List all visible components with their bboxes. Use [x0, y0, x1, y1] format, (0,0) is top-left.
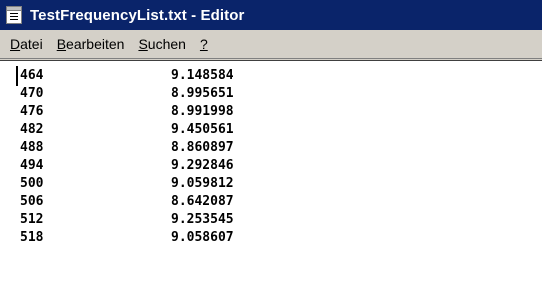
text-lines: 464 9.148584 470 8.995651 476 8.991998 482 9… — [20, 66, 520, 246]
menu-bearbeiten-label: earbeiten — [66, 36, 125, 52]
measurement-value: 8.991998 — [171, 103, 234, 119]
frequency-value: 512 — [20, 211, 44, 227]
frequency-value: 482 — [20, 121, 44, 137]
menu-bearbeiten[interactable]: Bearbeiten — [51, 36, 131, 52]
measurement-value: 9.059812 — [171, 175, 234, 191]
menu-datei[interactable]: Datei — [4, 36, 49, 52]
menu-suchen[interactable]: Suchen — [132, 36, 192, 52]
text-line: 464 9.148584 — [20, 66, 520, 84]
frequency-value: 506 — [20, 193, 44, 209]
measurement-value: 9.148584 — [171, 67, 234, 83]
measurement-value: 8.860897 — [171, 139, 234, 155]
frequency-value: 476 — [20, 103, 44, 119]
measurement-value: 8.642087 — [171, 193, 234, 209]
measurement-value: 9.450561 — [171, 121, 234, 137]
menu-suchen-accel: S — [138, 36, 148, 52]
text-line: 488 8.860897 — [20, 138, 520, 156]
frequency-value: 518 — [20, 229, 44, 245]
editor-window: TestFrequencyList.txt - Editor Datei Bea… — [0, 0, 542, 282]
frequency-value: 470 — [20, 85, 44, 101]
text-caret — [16, 66, 18, 86]
menu-help[interactable]: ? — [194, 36, 214, 52]
measurement-value: 9.253545 — [171, 211, 234, 227]
measurement-value: 9.292846 — [171, 157, 234, 173]
measurement-value: 9.058607 — [171, 229, 234, 245]
text-line: 470 8.995651 — [20, 84, 520, 102]
text-line: 512 9.253545 — [20, 210, 520, 228]
frequency-value: 500 — [20, 175, 44, 191]
notepad-document-icon[interactable] — [6, 6, 22, 24]
menu-suchen-label: uchen — [147, 36, 186, 52]
menu-datei-label: atei — [20, 36, 43, 52]
frequency-value: 488 — [20, 139, 44, 155]
frequency-value: 494 — [20, 157, 44, 173]
measurement-value: 8.995651 — [171, 85, 234, 101]
window-title: TestFrequencyList.txt - Editor — [30, 6, 245, 24]
text-line: 500 9.059812 — [20, 174, 520, 192]
menu-datei-accel: D — [10, 36, 21, 52]
text-line: 482 9.450561 — [20, 120, 520, 138]
text-area[interactable]: 464 9.148584 470 8.995651 476 8.991998 482 9… — [0, 60, 542, 282]
title-bar[interactable]: TestFrequencyList.txt - Editor — [0, 0, 542, 30]
frequency-value: 464 — [20, 67, 44, 83]
text-line: 506 8.642087 — [20, 192, 520, 210]
menu-bearbeiten-accel: B — [56, 36, 67, 52]
text-line: 476 8.991998 — [20, 102, 520, 120]
menu-help-accel: ? — [199, 36, 208, 52]
text-line: 494 9.292846 — [20, 156, 520, 174]
menu-bar: Datei Bearbeiten Suchen ? — [0, 30, 542, 59]
text-line: 518 9.058607 — [20, 228, 520, 246]
